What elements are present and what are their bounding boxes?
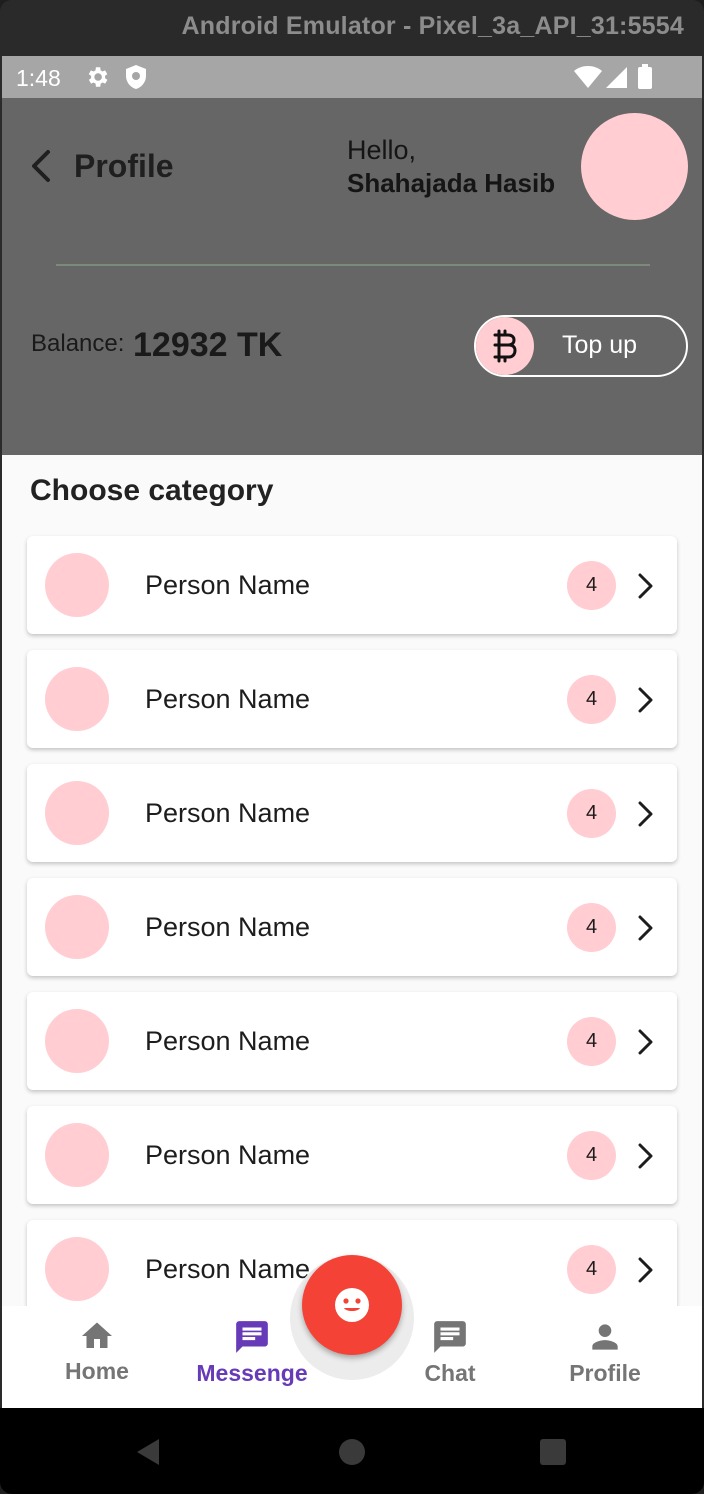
nav-item-profile[interactable]: Profile (545, 1318, 665, 1402)
signal-icon (606, 67, 627, 88)
nav-item-messenge[interactable]: Messenge (192, 1318, 312, 1402)
bitcoin-icon (476, 317, 534, 375)
nav-item-chat[interactable]: Chat (390, 1318, 510, 1402)
shield-icon (126, 65, 146, 89)
emulator-window: Android Emulator - Pixel_3a_API_31:5554 … (0, 0, 704, 1494)
profile-header: Profile Hello, Shahajada Hasib Balance: … (2, 98, 702, 455)
count-badge: 4 (567, 675, 616, 724)
nav-label-home: Home (65, 1358, 129, 1384)
person-avatar (45, 1123, 109, 1187)
chevron-right-icon (638, 1143, 653, 1169)
count-badge: 4 (567, 1245, 616, 1294)
system-navigation-bar (0, 1408, 704, 1494)
battery-icon (638, 64, 652, 89)
top-up-label: Top up (562, 331, 638, 359)
person-icon (592, 1324, 618, 1350)
count-badge: 4 (567, 1131, 616, 1180)
list-item[interactable]: Person Name 4 (27, 992, 677, 1090)
balance-label: Balance: (31, 330, 125, 357)
chevron-right-icon (638, 1029, 653, 1055)
nav-item-home[interactable]: Home (37, 1318, 157, 1402)
nav-label-chat: Chat (424, 1360, 476, 1386)
person-name: Person Name (145, 1140, 311, 1170)
balance-value: 12932 TK (133, 326, 283, 364)
count-badge: 4 (567, 561, 616, 610)
nav-label-messenge: Messenge (196, 1360, 308, 1386)
chat-icon (434, 1321, 466, 1353)
window-titlebar: Android Emulator - Pixel_3a_API_31:5554 (0, 0, 704, 56)
person-avatar (45, 667, 109, 731)
gear-icon (88, 67, 108, 87)
home-icon (82, 1322, 112, 1348)
window-title: Android Emulator - Pixel_3a_API_31:5554 (181, 12, 684, 40)
page-title: Profile (74, 148, 174, 184)
back-arrow-icon[interactable] (28, 148, 56, 184)
system-home-icon[interactable] (339, 1439, 365, 1465)
person-name: Person Name (145, 1254, 311, 1284)
user-avatar[interactable] (581, 113, 688, 220)
list-item[interactable]: Person Name 4 (27, 878, 677, 976)
system-back-icon[interactable] (135, 1438, 161, 1466)
person-name: Person Name (145, 912, 311, 942)
person-name: Person Name (145, 684, 311, 714)
chevron-right-icon (638, 1257, 653, 1283)
top-up-button[interactable]: Top up (474, 315, 688, 377)
fab-button[interactable] (302, 1255, 402, 1355)
wifi-icon (574, 66, 602, 88)
list-item[interactable]: Person Name 4 (27, 1106, 677, 1204)
status-time: 1:48 (16, 65, 61, 91)
system-recents-icon[interactable] (540, 1439, 566, 1465)
list-item[interactable]: Person Name 4 (27, 650, 677, 748)
person-avatar (45, 895, 109, 959)
nav-label-profile: Profile (569, 1360, 641, 1386)
person-name: Person Name (145, 798, 311, 828)
person-avatar (45, 1009, 109, 1073)
chevron-right-icon (638, 915, 653, 941)
status-bar: 1:48 (2, 56, 702, 98)
person-name: Person Name (145, 1026, 311, 1056)
smiley-icon (335, 1288, 369, 1322)
section-title: Choose category (30, 474, 274, 507)
person-name: Person Name (145, 570, 311, 600)
list-item[interactable]: Person Name 4 (27, 536, 677, 634)
list-item[interactable]: Person Name 4 (27, 764, 677, 862)
count-badge: 4 (567, 789, 616, 838)
header-divider (56, 264, 650, 266)
count-badge: 4 (567, 903, 616, 952)
device-screen: 1:48 Profile Hello, Shahajada Hasib Bala… (2, 56, 702, 1408)
person-avatar (45, 1237, 109, 1301)
chevron-right-icon (638, 801, 653, 827)
count-badge: 4 (567, 1017, 616, 1066)
chevron-right-icon (638, 573, 653, 599)
person-avatar (45, 553, 109, 617)
greeting-text: Hello, (347, 135, 417, 165)
chevron-right-icon (638, 687, 653, 713)
user-name: Shahajada Hasib (347, 168, 556, 198)
person-avatar (45, 781, 109, 845)
message-icon (236, 1321, 268, 1353)
